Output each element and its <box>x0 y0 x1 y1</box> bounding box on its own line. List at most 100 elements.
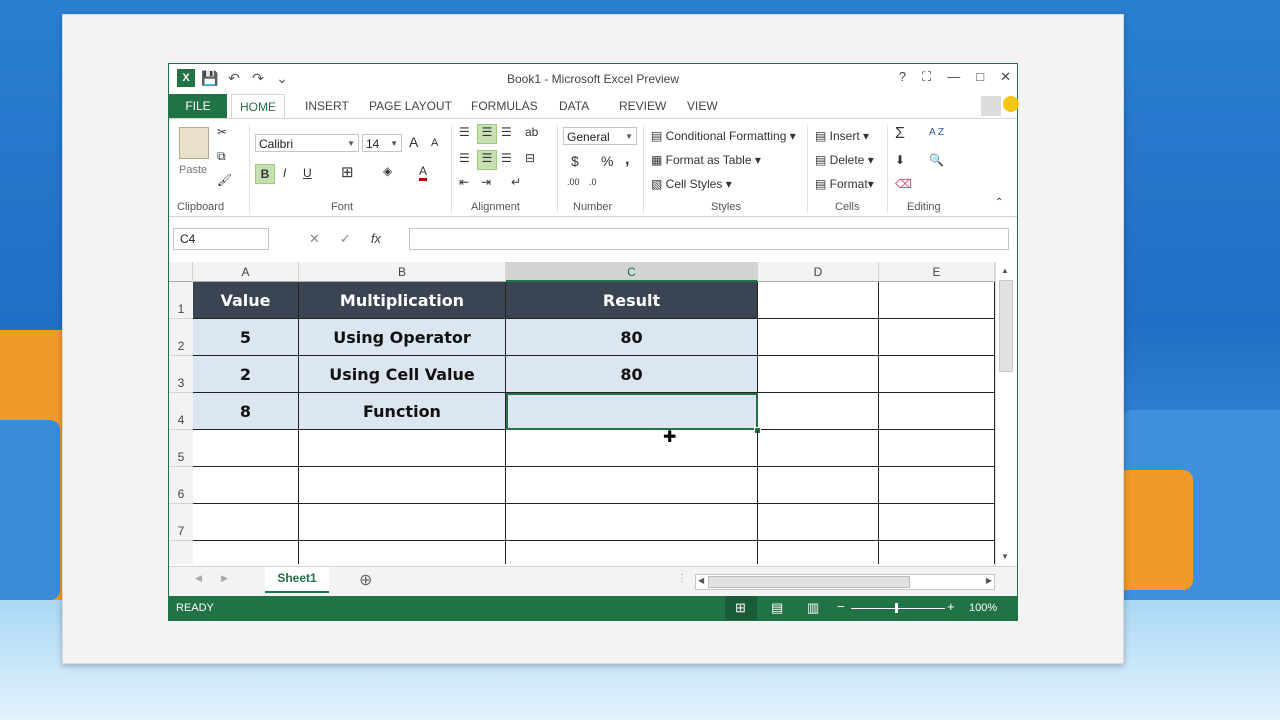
horizontal-scroll-thumb[interactable] <box>708 576 910 588</box>
row-header-7[interactable]: 7 <box>169 504 193 541</box>
top-align-icon[interactable]: ☰ <box>459 125 470 139</box>
bold-button[interactable]: B <box>255 164 275 184</box>
column-header-c[interactable]: C <box>506 262 758 282</box>
autosum-button[interactable]: Σ <box>895 125 905 143</box>
cell-b7[interactable] <box>299 504 506 541</box>
cell-d1[interactable] <box>758 282 879 319</box>
comma-button[interactable]: , <box>625 151 629 169</box>
find-select-icon[interactable]: 🔍 <box>929 153 944 167</box>
row-header-2[interactable]: 2 <box>169 319 193 356</box>
tab-review[interactable]: REVIEW <box>611 94 674 118</box>
column-header-d[interactable]: D <box>758 262 879 282</box>
font-color-button[interactable]: A <box>419 164 428 181</box>
close-button[interactable]: ✕ <box>1000 69 1011 85</box>
prev-sheet-icon[interactable]: ◀ <box>195 573 202 584</box>
enter-entry-icon[interactable]: ✓ <box>340 231 351 247</box>
number-format-select[interactable]: General ▼ <box>563 127 637 145</box>
cell-c6[interactable] <box>506 467 758 504</box>
row-header-8[interactable] <box>169 541 193 564</box>
formula-input[interactable] <box>409 228 1009 250</box>
cell-b3[interactable]: Using Cell Value <box>299 356 506 393</box>
cell-b5[interactable] <box>299 430 506 467</box>
cell-b4[interactable]: Function <box>299 393 506 430</box>
page-break-view-icon[interactable]: ▥ <box>807 600 819 616</box>
minimize-button[interactable]: — <box>947 69 960 85</box>
shrink-font-button[interactable]: A <box>431 137 438 149</box>
cell-e5[interactable] <box>879 430 995 467</box>
row-header-3[interactable]: 3 <box>169 356 193 393</box>
help-button[interactable]: ? <box>899 69 906 85</box>
tab-view[interactable]: VIEW <box>679 94 726 118</box>
font-size-select[interactable]: 14 ▼ <box>362 134 402 152</box>
fill-color-icon[interactable]: ◈ <box>383 164 392 178</box>
cell-d3[interactable] <box>758 356 879 393</box>
format-painter-icon[interactable]: 🖌 <box>217 173 232 187</box>
cell-c1[interactable]: Result <box>506 282 758 319</box>
tab-data[interactable]: DATA <box>551 94 597 118</box>
zoom-slider[interactable] <box>851 608 945 609</box>
cell-e7[interactable] <box>879 504 995 541</box>
cell-d8[interactable] <box>758 541 879 564</box>
middle-align-icon[interactable]: ☰ <box>477 124 497 144</box>
page-layout-view-icon[interactable]: ▤ <box>771 600 783 616</box>
normal-view-button[interactable]: ⊞ <box>725 596 757 620</box>
grow-font-button[interactable]: A <box>409 134 418 150</box>
conditional-formatting-button[interactable]: ▤ Conditional Formatting ▾ <box>651 129 796 143</box>
cell-c2[interactable]: 80 <box>506 319 758 356</box>
cell-a8[interactable] <box>193 541 299 564</box>
tab-file[interactable]: FILE <box>169 94 227 118</box>
cell-d6[interactable] <box>758 467 879 504</box>
center-icon[interactable]: ☰ <box>477 150 497 170</box>
cell-b2[interactable]: Using Operator <box>299 319 506 356</box>
cell-c4-selected[interactable] <box>506 393 758 430</box>
tab-page-layout[interactable]: PAGE LAYOUT <box>361 94 460 118</box>
cell-a2[interactable]: 5 <box>193 319 299 356</box>
clear-icon[interactable]: ⌫ <box>895 177 912 191</box>
tab-formulas[interactable]: FORMULAS <box>463 94 546 118</box>
italic-button[interactable]: I <box>283 166 286 180</box>
cell-d5[interactable] <box>758 430 879 467</box>
bottom-align-icon[interactable]: ☰ <box>501 125 512 139</box>
format-cells-button[interactable]: ▤ Format▾ <box>815 177 874 191</box>
cell-d2[interactable] <box>758 319 879 356</box>
cell-e6[interactable] <box>879 467 995 504</box>
cell-b1[interactable]: Multiplication <box>299 282 506 319</box>
vertical-scroll-thumb[interactable] <box>999 280 1013 372</box>
fill-icon[interactable]: ⬇ <box>895 153 905 167</box>
cell-d4[interactable] <box>758 393 879 430</box>
ribbon-display-button[interactable]: ⛶ <box>922 69 931 85</box>
tab-insert[interactable]: INSERT <box>297 94 357 118</box>
merge-center-icon[interactable]: ⊟ <box>525 151 535 165</box>
cell-b8[interactable] <box>299 541 506 564</box>
cell-a6[interactable] <box>193 467 299 504</box>
smiley-icon[interactable] <box>1003 96 1019 112</box>
cell-c3[interactable]: 80 <box>506 356 758 393</box>
cell-a1[interactable]: Value <box>193 282 299 319</box>
cell-e1[interactable] <box>879 282 995 319</box>
cell-a3[interactable]: 2 <box>193 356 299 393</box>
column-header-b[interactable]: B <box>299 262 506 282</box>
column-header-a[interactable]: A <box>193 262 299 282</box>
zoom-level[interactable]: 100% <box>969 602 997 614</box>
next-sheet-icon[interactable]: ▶ <box>221 573 228 584</box>
row-header-1[interactable]: 1 <box>169 282 193 319</box>
cell-b6[interactable] <box>299 467 506 504</box>
maximize-button[interactable]: □ <box>976 69 984 85</box>
scroll-right-icon[interactable]: ▶ <box>986 576 992 585</box>
scroll-up-icon[interactable]: ▲ <box>1001 266 1009 275</box>
cell-a5[interactable] <box>193 430 299 467</box>
increase-indent-icon[interactable]: ⇥ <box>481 175 491 189</box>
vertical-scrollbar[interactable]: ▲ ▼ <box>995 262 1016 566</box>
decrease-decimal-icon[interactable]: .0 <box>589 177 597 187</box>
cell-styles-button[interactable]: ▧ Cell Styles ▾ <box>651 177 732 191</box>
cell-c8[interactable] <box>506 541 758 564</box>
paste-button[interactable]: Paste <box>179 164 207 176</box>
insert-cells-button[interactable]: ▤ Insert ▾ <box>815 129 869 143</box>
row-header-6[interactable]: 6 <box>169 467 193 504</box>
copy-icon[interactable]: ⧉ <box>217 149 226 164</box>
underline-button[interactable]: U <box>303 166 312 180</box>
cell-a4[interactable]: 8 <box>193 393 299 430</box>
select-all-button[interactable] <box>169 262 193 282</box>
decrease-indent-icon[interactable]: ⇤ <box>459 175 469 189</box>
format-as-table-button[interactable]: ▦ Format as Table ▾ <box>651 153 761 167</box>
